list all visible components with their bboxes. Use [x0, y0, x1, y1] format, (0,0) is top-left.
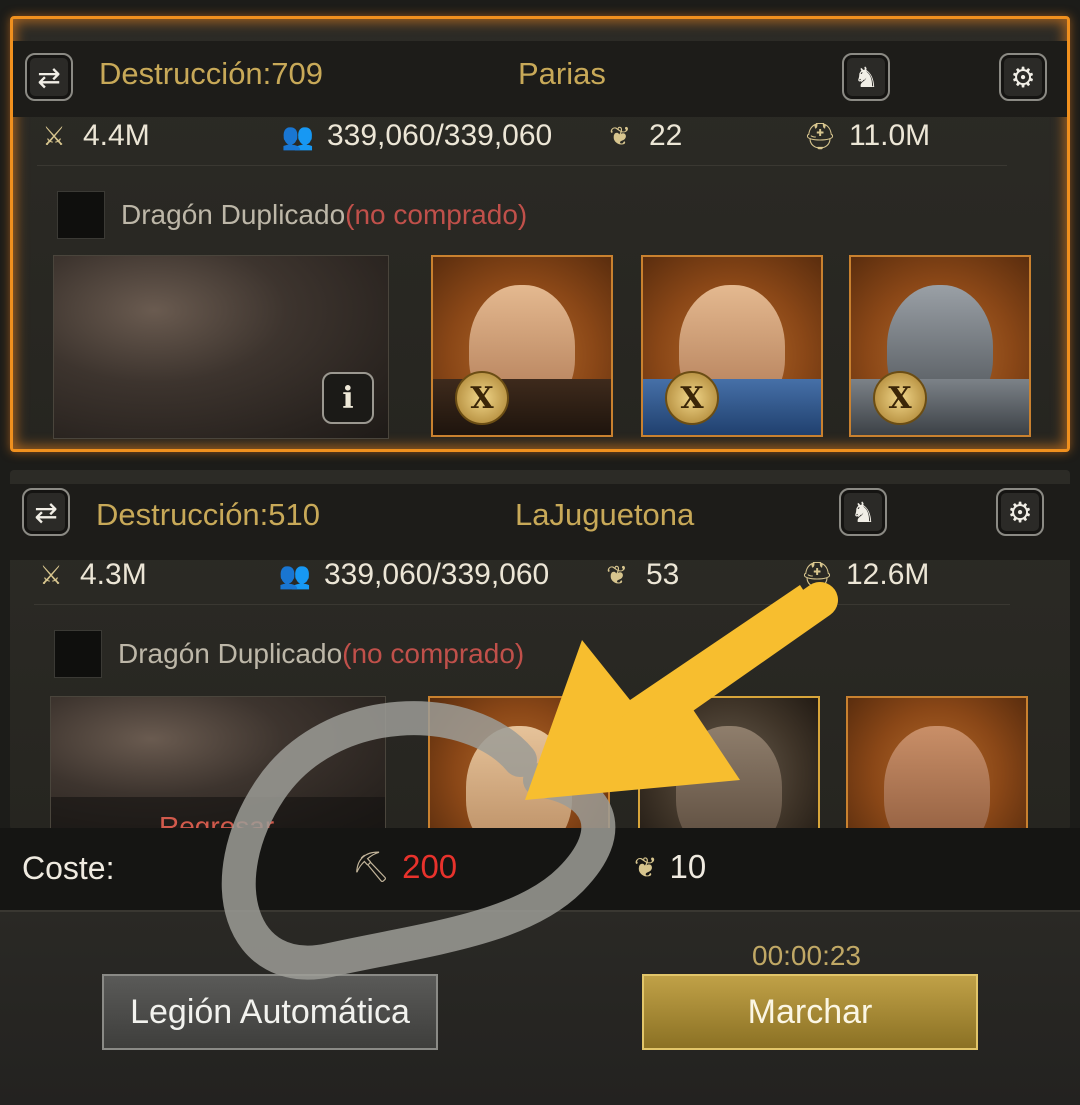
annotation-overlay — [221, 582, 838, 980]
